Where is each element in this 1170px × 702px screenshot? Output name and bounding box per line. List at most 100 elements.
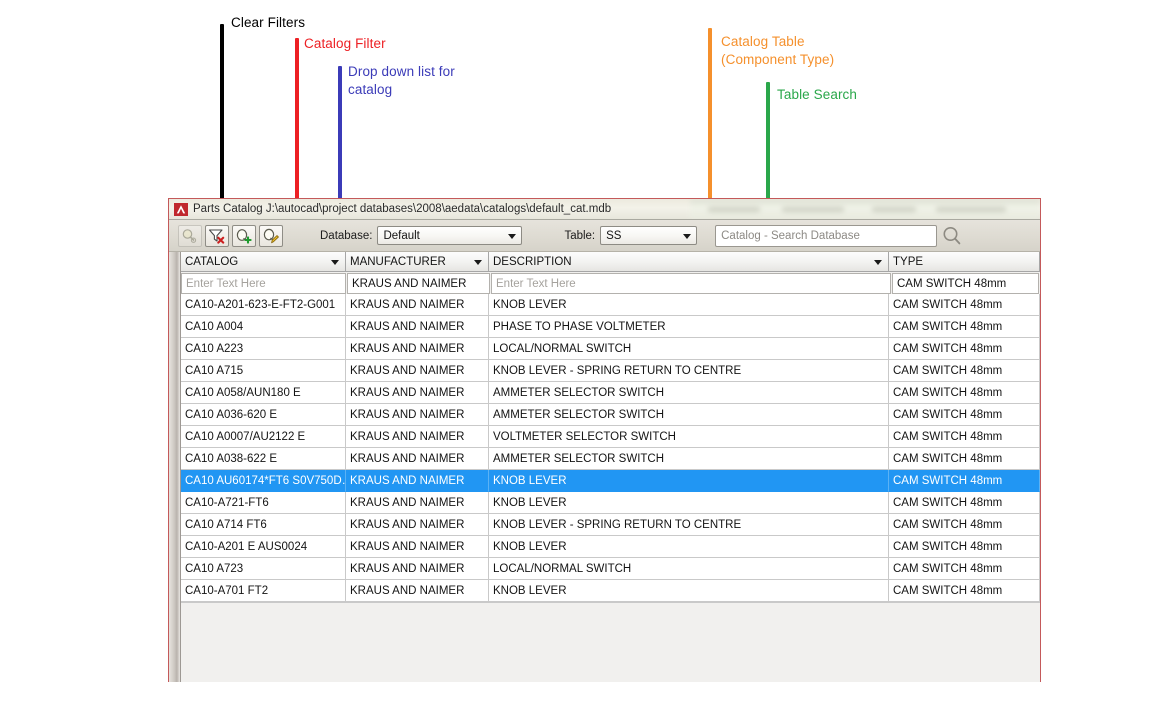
table-cell-manufacturer[interactable]: KRAUS AND NAIMER	[346, 470, 489, 492]
table-row[interactable]: CA10 A723KRAUS AND NAIMERLOCAL/NORMAL SW…	[181, 558, 1040, 580]
table-cell-manufacturer[interactable]: KRAUS AND NAIMER	[346, 514, 489, 536]
table-cell-type[interactable]: CAM SWITCH 48mm	[889, 580, 1040, 602]
table-cell-description[interactable]: AMMETER SELECTOR SWITCH	[489, 404, 889, 426]
table-cell-catalog[interactable]: CA10 A036-620 E	[181, 404, 346, 426]
table-cell-manufacturer[interactable]: KRAUS AND NAIMER	[346, 316, 489, 338]
table-row[interactable]: CA10-A201 E AUS0024KRAUS AND NAIMERKNOB …	[181, 536, 1040, 558]
filter-cell-manufacturer[interactable]: KRAUS AND NAIMER	[347, 273, 490, 294]
table-cell-manufacturer[interactable]: KRAUS AND NAIMER	[346, 294, 489, 316]
table-row[interactable]: CA10 A058/AUN180 EKRAUS AND NAIMERAMMETE…	[181, 382, 1040, 404]
grid-left-splitter[interactable]	[169, 252, 181, 682]
table-cell-manufacturer[interactable]: KRAUS AND NAIMER	[346, 382, 489, 404]
table-cell-description[interactable]: PHASE TO PHASE VOLTMETER	[489, 316, 889, 338]
table-cell-catalog[interactable]: CA10-A721-FT6	[181, 492, 346, 514]
table-cell-type[interactable]: CAM SWITCH 48mm	[889, 360, 1040, 382]
table-cell-description[interactable]: AMMETER SELECTOR SWITCH	[489, 448, 889, 470]
search-input[interactable]	[716, 225, 936, 247]
table-cell-type[interactable]: CAM SWITCH 48mm	[889, 382, 1040, 404]
table-cell-catalog[interactable]: CA10 A714 FT6	[181, 514, 346, 536]
table-cell-catalog[interactable]: CA10 A723	[181, 558, 346, 580]
column-header-description[interactable]: DESCRIPTION	[489, 252, 889, 272]
table-cell-description[interactable]: LOCAL/NORMAL SWITCH	[489, 338, 889, 360]
table-cell-catalog[interactable]: CA10 A223	[181, 338, 346, 360]
table-cell-description[interactable]: KNOB LEVER	[489, 536, 889, 558]
table-cell-catalog[interactable]: CA10-A701 FT2	[181, 580, 346, 602]
column-header-catalog[interactable]: CATALOG	[181, 252, 346, 272]
column-header-manufacturer[interactable]: MANUFACTURER	[346, 252, 489, 272]
table-cell-catalog[interactable]: CA10 A038-622 E	[181, 448, 346, 470]
table-cell-catalog[interactable]: CA10 A715	[181, 360, 346, 382]
chevron-down-icon[interactable]	[874, 260, 882, 265]
table-cell-type[interactable]: CAM SWITCH 48mm	[889, 294, 1040, 316]
filter-cell-type[interactable]: CAM SWITCH 48mm	[892, 273, 1039, 294]
table-row[interactable]: CA10 A0007/AU2122 EKRAUS AND NAIMERVOLTM…	[181, 426, 1040, 448]
table-cell-manufacturer[interactable]: KRAUS AND NAIMER	[346, 338, 489, 360]
table-cell-description[interactable]: VOLTMETER SELECTOR SWITCH	[489, 426, 889, 448]
table-cell-description[interactable]: KNOB LEVER	[489, 580, 889, 602]
table-cell-manufacturer[interactable]: KRAUS AND NAIMER	[346, 448, 489, 470]
table-cell-type[interactable]: CAM SWITCH 48mm	[889, 404, 1040, 426]
table-cell-type[interactable]: CAM SWITCH 48mm	[889, 316, 1040, 338]
table-cell-manufacturer[interactable]: KRAUS AND NAIMER	[346, 536, 489, 558]
column-header-label: CATALOG	[185, 256, 238, 268]
chevron-down-icon[interactable]	[474, 260, 482, 265]
table-cell-type[interactable]: CAM SWITCH 48mm	[889, 426, 1040, 448]
catalog-grid: CATALOG MANUFACTURER DESCRIPTION TYPE Enter…	[181, 252, 1040, 682]
table-row[interactable]: CA10 A715KRAUS AND NAIMERKNOB LEVER - SP…	[181, 360, 1040, 382]
table-row[interactable]: CA10 AU60174*FT6 S0V750D…KRAUS AND NAIME…	[181, 470, 1040, 492]
table-row[interactable]: CA10 A036-620 EKRAUS AND NAIMERAMMETER S…	[181, 404, 1040, 426]
clear-filters-button[interactable]	[205, 225, 229, 247]
table-cell-description[interactable]: KNOB LEVER	[489, 492, 889, 514]
table-cell-type[interactable]: CAM SWITCH 48mm	[889, 514, 1040, 536]
table-row[interactable]: CA10 A223KRAUS AND NAIMERLOCAL/NORMAL SW…	[181, 338, 1040, 360]
table-cell-type[interactable]: CAM SWITCH 48mm	[889, 448, 1040, 470]
table-cell-description[interactable]: KNOB LEVER - SPRING RETURN TO CENTRE	[489, 514, 889, 536]
table-cell-description[interactable]: KNOB LEVER	[489, 470, 889, 492]
record-add-icon	[235, 228, 253, 244]
table-row[interactable]: CA10 A714 FT6KRAUS AND NAIMERKNOB LEVER …	[181, 514, 1040, 536]
table-row[interactable]: CA10-A701 FT2KRAUS AND NAIMERKNOB LEVERC…	[181, 580, 1040, 602]
column-header-type[interactable]: TYPE	[889, 252, 1040, 272]
annotation-label-catalog-table-component-type: Catalog Table (Component Type)	[721, 33, 834, 69]
table-cell-catalog[interactable]: CA10 A0007/AU2122 E	[181, 426, 346, 448]
table-cell-catalog[interactable]: CA10 A058/AUN180 E	[181, 382, 346, 404]
search-database-box[interactable]	[715, 225, 937, 247]
table-row[interactable]: CA10-A201-623-E-FT2-G001KRAUS AND NAIMER…	[181, 294, 1040, 316]
table-cell-catalog[interactable]: CA10-A201-623-E-FT2-G001	[181, 294, 346, 316]
table-cell-catalog[interactable]: CA10 A004	[181, 316, 346, 338]
database-select[interactable]: Default	[377, 226, 522, 245]
table-cell-manufacturer[interactable]: KRAUS AND NAIMER	[346, 360, 489, 382]
table-cell-manufacturer[interactable]: KRAUS AND NAIMER	[346, 580, 489, 602]
table-row[interactable]: CA10 A038-622 EKRAUS AND NAIMERAMMETER S…	[181, 448, 1040, 470]
filter-cell-description[interactable]: Enter Text Here	[491, 273, 891, 294]
find-button[interactable]	[178, 225, 202, 247]
table-cell-type[interactable]: CAM SWITCH 48mm	[889, 338, 1040, 360]
column-header-label: DESCRIPTION	[493, 256, 572, 268]
table-cell-catalog[interactable]: CA10-A201 E AUS0024	[181, 536, 346, 558]
table-cell-description[interactable]: LOCAL/NORMAL SWITCH	[489, 558, 889, 580]
table-cell-type[interactable]: CAM SWITCH 48mm	[889, 536, 1040, 558]
table-cell-type[interactable]: CAM SWITCH 48mm	[889, 492, 1040, 514]
filter-cell-catalog[interactable]: Enter Text Here	[181, 273, 346, 294]
table-cell-description[interactable]: AMMETER SELECTOR SWITCH	[489, 382, 889, 404]
edit-record-button[interactable]	[259, 225, 283, 247]
table-cell-manufacturer[interactable]: KRAUS AND NAIMER	[346, 404, 489, 426]
chevron-down-icon[interactable]	[331, 260, 339, 265]
table-cell-manufacturer[interactable]: KRAUS AND NAIMER	[346, 426, 489, 448]
table-cell-type[interactable]: CAM SWITCH 48mm	[889, 470, 1040, 492]
table-cell-description[interactable]: KNOB LEVER	[489, 294, 889, 316]
table-cell-type[interactable]: CAM SWITCH 48mm	[889, 558, 1040, 580]
table-cell-catalog[interactable]: CA10 AU60174*FT6 S0V750D…	[181, 470, 346, 492]
table-cell-manufacturer[interactable]: KRAUS AND NAIMER	[346, 558, 489, 580]
autocad-logo-icon	[174, 203, 188, 216]
toolbar: Database: Default Table: SS	[169, 220, 1040, 252]
magnifier-link-icon	[181, 228, 199, 244]
add-record-button[interactable]	[232, 225, 256, 247]
table-cell-description[interactable]: KNOB LEVER - SPRING RETURN TO CENTRE	[489, 360, 889, 382]
table-row[interactable]: CA10-A721-FT6KRAUS AND NAIMERKNOB LEVERC…	[181, 492, 1040, 514]
column-header-label: TYPE	[893, 256, 923, 268]
magnifier-icon[interactable]	[940, 224, 964, 248]
table-select[interactable]: SS	[600, 226, 697, 245]
table-row[interactable]: CA10 A004KRAUS AND NAIMERPHASE TO PHASE …	[181, 316, 1040, 338]
table-cell-manufacturer[interactable]: KRAUS AND NAIMER	[346, 492, 489, 514]
